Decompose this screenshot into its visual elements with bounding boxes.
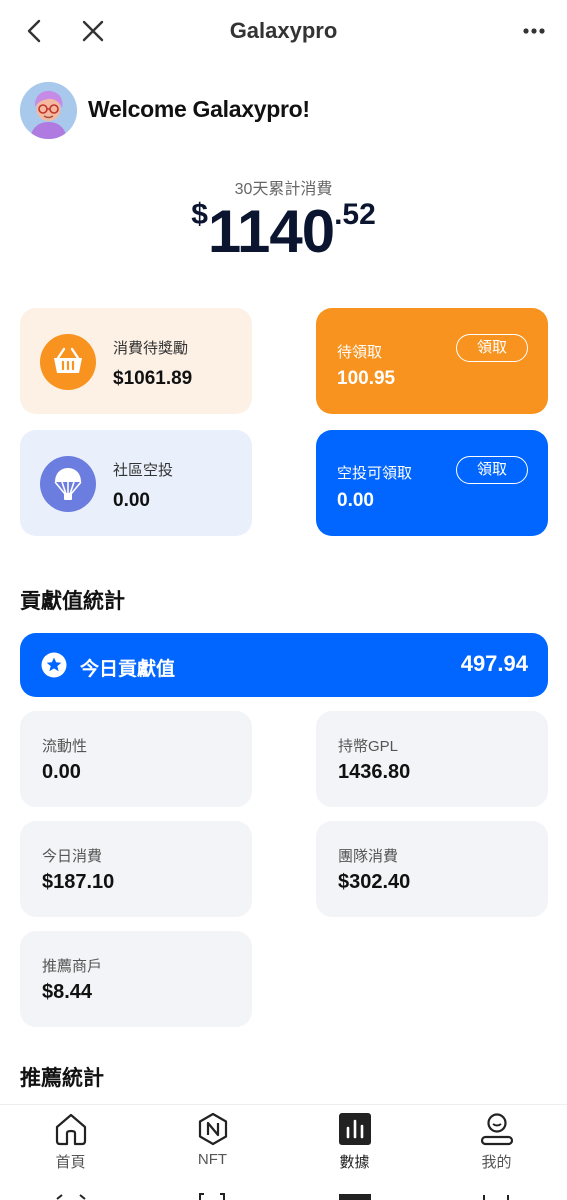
stat-card-team-consumption: 團隊消費 $302.40 [316,821,548,917]
today-contribution-bar: 今日貢獻值 497.94 [20,633,548,697]
stat-value: $302.40 [338,871,411,893]
community-airdrop-card: 社區空投 0.00 [20,430,252,536]
card-label: 空投可領取 [337,465,413,482]
stat-label: 推薦商戶 [42,958,103,975]
card-label: 社區空投 [113,462,174,479]
card-value: 100.95 [337,368,396,389]
section-title-contribution: 貢獻值統計 [20,590,125,613]
claim-airdrop-button[interactable]: 領取 [456,456,528,484]
nav-item-profile[interactable]: 我的 [426,1105,567,1185]
nav-item-data[interactable]: 數據 [284,1105,425,1185]
bottom-nav: 首頁 NFT 數據 我的 [0,1104,567,1200]
nav-label: 我的 [481,1154,512,1171]
stat-card-gpl-holding: 持幣GPL 1436.80 [316,711,548,807]
basket-icon [40,334,96,390]
nav-label: 首頁 [55,1154,86,1171]
stat-value: 0.00 [42,761,81,783]
nav-label: 數據 [339,1154,370,1171]
bottom-edge-ghost-icons [0,1188,567,1200]
stat-card-referred-merchants: 推薦商戶 $8.44 [20,931,252,1027]
stat-value: $8.44 [42,981,93,1003]
section-title-referral: 推薦統計 [20,1067,104,1090]
consumption-reward-card: 消費待獎勵 $1061.89 [20,308,252,414]
total-consumption-amount: $1140.52 [0,197,567,266]
today-contribution-label: 今日貢獻值 [80,659,176,680]
parachute-icon [40,456,96,512]
stat-label: 持幣GPL [338,738,399,755]
top-bar: Galaxypro [0,0,567,64]
profile-icon [479,1111,515,1147]
home-icon [53,1111,89,1147]
total-consumption-label: 30天累計消費 [234,181,333,198]
stat-label: 流動性 [42,738,88,755]
stat-label: 團隊消費 [338,848,399,865]
nav-label: NFT [197,1151,228,1168]
card-value: $1061.89 [113,368,193,389]
page-title: Galaxypro [229,18,338,43]
star-icon [41,652,67,678]
welcome-message: Welcome Galaxypro! [88,96,310,122]
pending-claim-card: 待領取 100.95 領取 [316,308,548,414]
currency-symbol: $ [191,198,208,231]
nav-item-home[interactable]: 首頁 [0,1105,141,1185]
amount-decimal: .52 [334,198,376,231]
more-options-icon[interactable] [519,16,549,46]
claim-button[interactable]: 領取 [456,334,528,362]
nav-item-nft[interactable]: NFT [142,1105,283,1185]
amount-integer: 1140 [207,198,335,265]
data-chart-icon [337,1111,373,1147]
card-value: 0.00 [113,490,150,511]
nft-icon [195,1111,231,1147]
stat-card-liquidity: 流動性 0.00 [20,711,252,807]
airdrop-claimable-card: 空投可領取 0.00 領取 [316,430,548,536]
stat-value: 1436.80 [338,761,411,783]
stat-value: $187.10 [42,871,115,893]
avatar[interactable] [20,82,77,139]
card-label: 消費待獎勵 [113,340,189,357]
stat-label: 今日消費 [42,848,103,865]
card-label: 待領取 [337,344,383,361]
today-contribution-value: 497.94 [460,651,528,676]
stat-card-today-consumption: 今日消費 $187.10 [20,821,252,917]
card-value: 0.00 [337,490,374,511]
